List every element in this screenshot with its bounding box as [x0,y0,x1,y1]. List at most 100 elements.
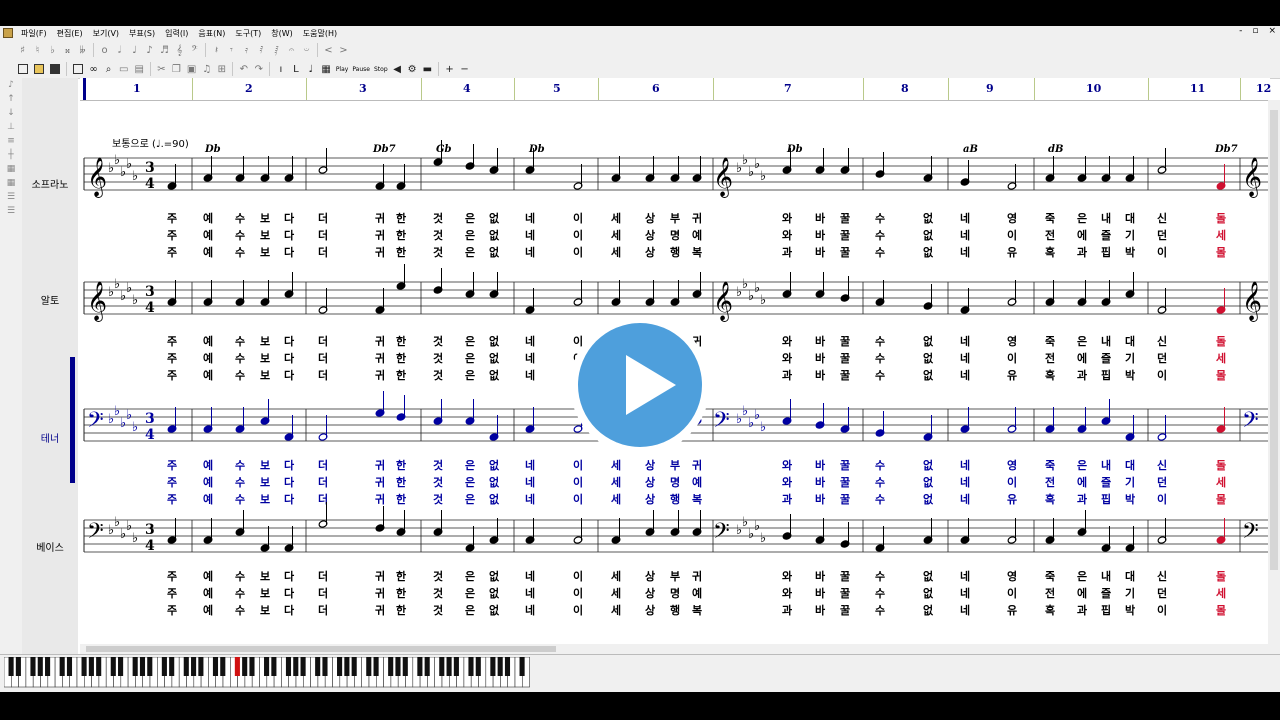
piano-black-key[interactable] [212,657,219,676]
piano-black-key[interactable] [169,657,175,676]
lyric-syllable: 주 [167,476,177,489]
lyric-syllable: 죽 [1045,570,1055,583]
piano-black-key[interactable] [417,657,423,676]
play-icon[interactable] [626,355,676,415]
lyric-syllable: 네 [525,351,535,365]
flat-icon: ♭ [132,169,138,184]
piano-black-key[interactable] [446,657,452,676]
vertical-scrollbar[interactable] [1268,100,1280,678]
piano-black-key[interactable] [59,657,65,676]
lyric-syllable: 더 [318,569,328,583]
lyric-syllable: 와 [782,458,792,472]
lyric-syllable: 은 [465,604,475,617]
piano-black-key[interactable] [139,657,146,676]
lyric-syllable: 다 [284,245,295,259]
piano-black-key[interactable] [147,657,153,676]
piano-black-key[interactable] [8,657,14,676]
lyric-syllable: 네 [960,475,970,489]
piano-black-key[interactable] [519,657,525,676]
piano-black-key[interactable] [453,657,459,676]
lyric-syllable: 신 [1157,569,1167,583]
lyric-syllable: 수 [235,476,245,489]
horizontal-scrollbar[interactable] [80,644,1268,654]
lyric-syllable: 꿀 [840,229,850,242]
piano-black-key[interactable] [395,657,401,676]
piano-black-key[interactable] [45,657,51,676]
lyric-syllable: 수 [875,229,885,242]
piano-black-key[interactable] [37,657,43,676]
lyric-syllable: 보 [260,246,270,259]
piano-black-key[interactable] [475,657,481,676]
flat-icon: ♭ [760,293,766,308]
lyric-syllable: 네 [525,368,535,382]
lyric-syllable: 한 [396,492,406,506]
lyric-syllable: 이 [573,458,583,472]
piano-black-key[interactable] [490,657,496,676]
horizontal-scroll-thumb[interactable] [86,646,556,652]
lyric-syllable: 수 [875,493,885,506]
lyric-syllable: 것 [433,586,443,600]
piano-black-key[interactable] [322,657,328,676]
piano-black-key[interactable] [315,657,321,676]
lyric-syllable: 기 [1125,228,1135,242]
piano-black-key[interactable] [198,657,204,676]
piano-black-key[interactable] [264,657,270,676]
piano-black-key[interactable] [468,657,474,676]
piano-black-key[interactable] [373,657,379,676]
piano-keyboard[interactable] [4,657,534,689]
lyric-syllable: 신 [1157,334,1167,348]
time-signature-top: 3 [145,284,155,300]
piano-black-key[interactable] [183,657,189,676]
lyric-syllable: 과 [782,368,792,382]
piano-black-key[interactable] [439,657,445,676]
piano-black-key[interactable] [285,657,292,676]
piano-black-key[interactable] [351,657,357,676]
piano-black-key[interactable] [81,657,87,676]
piano-black-key[interactable] [220,657,226,676]
lyric-syllable: 수 [875,335,885,348]
piano-black-key[interactable] [366,657,372,676]
play-circle[interactable] [578,323,702,447]
piano-black-key[interactable] [344,657,350,676]
piano-black-key[interactable] [132,657,138,676]
lyric-syllable: 것 [433,211,443,225]
lyric-syllable: 수 [235,212,245,225]
piano-black-key[interactable] [388,657,394,676]
piano-black-key[interactable] [15,657,21,676]
piano-black-key[interactable] [497,657,503,676]
lyric-syllable: 과 [782,492,792,506]
lyric-syllable: 귀 [375,492,385,506]
lyric-syllable: 없 [489,229,500,242]
piano-black-key[interactable] [234,657,240,676]
lyric-syllable: 영 [1007,570,1017,583]
piano-black-key[interactable] [249,657,255,676]
lyric-syllable: 한 [396,368,406,382]
piano-black-key[interactable] [424,657,430,676]
piano-black-key[interactable] [504,657,511,676]
lyric-syllable: 한 [396,569,406,583]
lyric-syllable: 수 [235,369,245,382]
piano-black-key[interactable] [88,657,94,676]
piano-black-key[interactable] [402,657,408,676]
piano-black-key[interactable] [118,657,124,676]
video-play-overlay[interactable] [570,315,710,455]
piano-black-key[interactable] [337,657,343,676]
lyric-syllable: 네 [960,245,970,259]
piano-black-key[interactable] [293,657,299,676]
piano-black-key[interactable] [161,657,167,676]
piano-black-key[interactable] [96,657,102,676]
piano-black-key[interactable] [30,657,36,676]
piano-black-key[interactable] [191,657,197,676]
lyric-syllable: 없 [489,352,500,365]
lyric-syllable: 없 [489,476,500,489]
piano-black-key[interactable] [242,657,248,676]
piano-black-key[interactable] [66,657,73,676]
piano-black-key[interactable] [271,657,277,676]
vertical-scroll-thumb[interactable] [1270,110,1278,570]
lyric-syllable: 한 [396,603,406,617]
lyric-syllable: 은 [465,493,475,506]
lyric-syllable: 귀 [375,368,385,382]
piano-black-key[interactable] [300,657,306,676]
lyric-syllable: 몰 [1216,493,1226,506]
piano-black-key[interactable] [110,657,116,676]
